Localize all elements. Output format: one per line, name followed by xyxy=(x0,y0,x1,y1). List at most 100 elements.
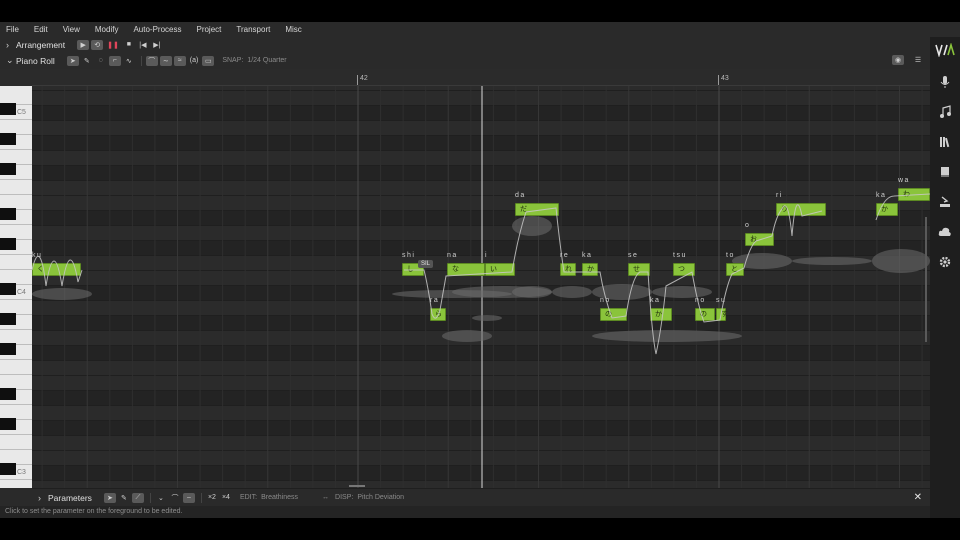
black-key[interactable] xyxy=(0,208,16,220)
waveform-blob xyxy=(792,257,872,265)
menu-view[interactable]: View xyxy=(63,25,80,34)
black-key[interactable] xyxy=(0,388,16,400)
vertical-scrollbar[interactable] xyxy=(925,217,927,342)
note-block[interactable]: の xyxy=(695,308,715,321)
stop-icon[interactable]: ■ xyxy=(123,40,135,50)
param-curve-icon[interactable]: ⌒ xyxy=(169,493,181,503)
skip-forward-icon[interactable]: ▶| xyxy=(151,40,163,50)
edit-label: EDIT: xyxy=(239,494,258,501)
multiply-4-button[interactable]: ×4 xyxy=(220,493,232,503)
hamburger-menu-icon[interactable]: ☰ xyxy=(912,55,924,65)
note-block[interactable]: か xyxy=(876,203,898,216)
import-icon[interactable] xyxy=(938,195,952,209)
wave-tool-icon[interactable]: ∼ xyxy=(159,55,172,66)
timeline-ruler[interactable]: 42 43 xyxy=(32,75,930,85)
key-divider xyxy=(0,329,32,330)
select-tool-icon[interactable]: ➤ xyxy=(66,55,79,66)
book-icon[interactable] xyxy=(938,165,952,179)
play-mode-button[interactable]: ▶ xyxy=(77,39,90,50)
envelope-tool-icon[interactable]: ≈ xyxy=(173,55,186,66)
note-block[interactable]: い xyxy=(485,263,515,276)
black-key[interactable] xyxy=(0,283,16,295)
note-block[interactable]: り xyxy=(776,203,826,216)
piano-keyboard[interactable]: C5 C4 C3 xyxy=(0,86,32,488)
vibrato-tool-icon[interactable]: ∿ xyxy=(123,56,135,66)
parameters-title[interactable]: Parameters xyxy=(48,493,92,503)
key-divider xyxy=(0,374,32,375)
curve-tool-icon[interactable]: ⌒ xyxy=(145,55,158,66)
note-block[interactable]: な xyxy=(447,263,485,276)
swap-icon[interactable]: ↔ xyxy=(322,494,329,501)
note-block[interactable]: れ xyxy=(560,263,576,276)
black-key[interactable] xyxy=(0,313,16,325)
arrangement-title[interactable]: Arrangement xyxy=(16,40,65,50)
edit-parameter-value[interactable]: Breathiness xyxy=(261,494,298,501)
note-block[interactable]: つ xyxy=(673,263,695,276)
bar-number: 43 xyxy=(718,75,729,85)
param-vibrato-icon[interactable]: ⌄ xyxy=(155,493,167,503)
pen-tool-icon[interactable]: ✎ xyxy=(81,56,93,66)
microphone-icon[interactable] xyxy=(938,75,952,89)
black-key[interactable] xyxy=(0,418,16,430)
note-block[interactable]: ら xyxy=(430,308,446,321)
param-smooth-icon[interactable]: ⌢ xyxy=(182,492,195,503)
skip-back-icon[interactable]: |◀ xyxy=(137,40,149,50)
display-parameter-value[interactable]: Pitch Deviation xyxy=(357,494,404,501)
note-block[interactable]: く xyxy=(32,263,81,276)
note-block[interactable]: す xyxy=(716,308,728,321)
black-key[interactable] xyxy=(0,133,16,145)
black-key[interactable] xyxy=(0,343,16,355)
multiply-2-button[interactable]: ×2 xyxy=(206,493,218,503)
black-key[interactable] xyxy=(0,163,16,175)
note-lyric: ri xyxy=(776,192,783,199)
param-line-tool-icon[interactable]: ⟋ xyxy=(131,492,144,503)
black-key[interactable] xyxy=(0,103,16,115)
black-key[interactable] xyxy=(0,238,16,250)
note-block[interactable]: お xyxy=(745,233,774,246)
note-grid[interactable]: ku く shi し ra ら na な i い da だ re れ ka か no の se せ ka か tsu つ no の… xyxy=(32,86,930,488)
pause-icon[interactable]: ❚❚ xyxy=(105,40,121,50)
param-pen-tool-icon[interactable]: ✎ xyxy=(118,493,130,503)
black-key[interactable] xyxy=(0,463,16,475)
eraser-tool-icon[interactable]: ◌ xyxy=(95,56,107,66)
keyboard-icon[interactable]: ▭ xyxy=(202,55,215,66)
chevron-right-icon[interactable]: › xyxy=(6,40,16,50)
cloud-icon[interactable] xyxy=(938,225,952,239)
note-block[interactable]: と xyxy=(726,263,744,276)
param-select-tool-icon[interactable]: ➤ xyxy=(103,492,116,503)
pitch-tool-icon[interactable]: ⌐ xyxy=(108,55,121,66)
menu-file[interactable]: File xyxy=(6,25,19,34)
snap-value[interactable]: 1/24 Quarter xyxy=(247,57,286,64)
piano-roll-header: ⌄ Piano Roll ➤ ✎ ◌ ⌐ ∿ ⌒ ∼ ≈ (a) ▭ SNAP:… xyxy=(0,52,930,69)
chevron-down-icon[interactable]: ⌄ xyxy=(6,55,16,66)
music-note-icon[interactable] xyxy=(938,105,952,119)
horizontal-scrollbar[interactable] xyxy=(349,485,365,487)
close-icon[interactable]: ✕ xyxy=(914,492,922,503)
chevron-right-icon[interactable]: › xyxy=(38,493,48,503)
note-block[interactable]: か xyxy=(582,263,598,276)
note-block[interactable]: わ xyxy=(898,188,930,201)
gear-icon[interactable] xyxy=(938,255,952,269)
note-lyric: no xyxy=(600,297,611,304)
note-lyric: na xyxy=(447,252,458,259)
note-block[interactable]: か xyxy=(650,308,672,321)
menu-modify[interactable]: Modify xyxy=(95,25,119,34)
menu-edit[interactable]: Edit xyxy=(34,25,48,34)
lyric-mode-icon[interactable]: (a) xyxy=(188,56,201,66)
menu-transport[interactable]: Transport xyxy=(236,25,270,34)
menu-auto-process[interactable]: Auto-Process xyxy=(133,25,181,34)
note-block[interactable]: の xyxy=(600,308,627,321)
piano-roll-title[interactable]: Piano Roll xyxy=(16,56,55,66)
menu-misc[interactable]: Misc xyxy=(285,25,301,34)
note-block[interactable]: だ xyxy=(515,203,559,216)
snap-label: SNAP: xyxy=(222,57,244,64)
menu-project[interactable]: Project xyxy=(196,25,221,34)
note-block[interactable]: せ xyxy=(628,263,650,276)
note-lyric: to xyxy=(726,252,735,259)
waveform-blob xyxy=(472,315,502,321)
library-icon[interactable] xyxy=(938,135,952,149)
camera-icon[interactable]: ◉ xyxy=(892,55,904,65)
note-lyric: ka xyxy=(650,297,661,304)
logo-icon xyxy=(935,43,955,57)
loop-button[interactable]: ⟲ xyxy=(91,39,104,50)
